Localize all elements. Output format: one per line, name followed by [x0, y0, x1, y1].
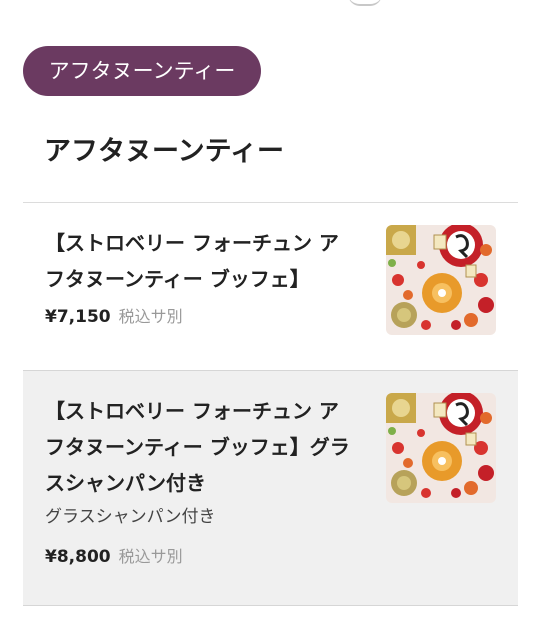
- menu-item-photo: [386, 393, 496, 503]
- price-row: ¥8,800 税込サ別: [45, 545, 183, 569]
- menu-item-photo: [386, 225, 496, 335]
- menu-item[interactable]: 【ストロベリー フォーチュン アフタヌーンティー ブッフェ】 ¥7,150 税込サ…: [23, 203, 518, 371]
- menu-item-price: ¥7,150: [45, 307, 111, 327]
- top-edge-decoration: [348, 0, 382, 6]
- tax-note: 税込サ別: [118, 307, 183, 326]
- menu-item[interactable]: 【ストロベリー フォーチュン アフタヌーンティー ブッフェ】グラスシャンパン付き…: [23, 371, 518, 606]
- menu-item-name: 【ストロベリー フォーチュン アフタヌーンティー ブッフェ】グラスシャンパン付き: [45, 399, 350, 495]
- section-title: アフタヌーンティー: [44, 136, 285, 167]
- strawberry-buffet-photo-icon: [386, 393, 496, 503]
- tax-note: 税込サ別: [118, 547, 183, 566]
- category-chip[interactable]: アフタヌーンティー: [23, 46, 261, 96]
- price-row: ¥7,150 税込サ別: [45, 305, 183, 329]
- menu-item-name: 【ストロベリー フォーチュン アフタヌーンティー ブッフェ】: [45, 231, 339, 291]
- menu-item-description: グラスシャンパン付き: [45, 507, 216, 527]
- strawberry-buffet-photo-icon: [386, 225, 496, 335]
- menu-item-price: ¥8,800: [45, 547, 111, 567]
